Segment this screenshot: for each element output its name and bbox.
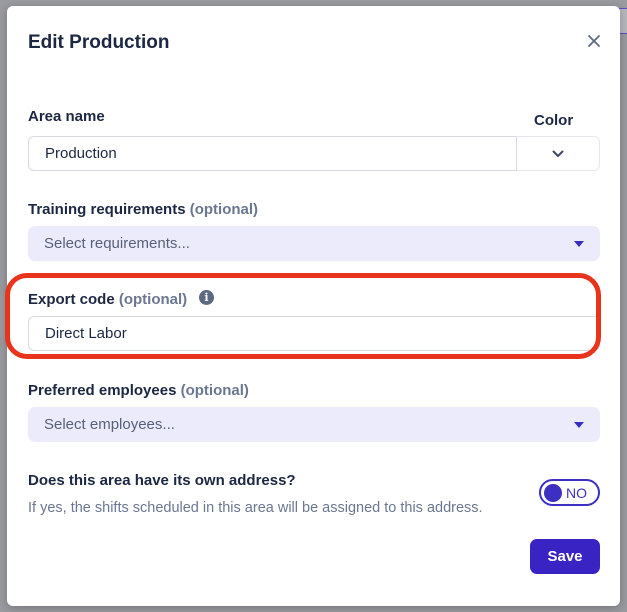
toggle-label: NO <box>566 485 587 501</box>
close-button[interactable] <box>584 31 604 51</box>
chevron-down-icon <box>552 150 564 157</box>
area-name-input[interactable] <box>28 136 517 171</box>
preferred-employees-select[interactable]: Select employees... <box>28 407 600 442</box>
save-button[interactable]: Save <box>530 539 600 574</box>
training-placeholder: Select requirements... <box>44 235 190 252</box>
toggle-knob <box>544 484 562 502</box>
training-label-text: Training requirements <box>28 201 186 218</box>
close-icon <box>588 35 600 47</box>
edit-area-dialog: Edit Production Area name Color Training… <box>7 6 620 606</box>
area-name-label: Area name <box>28 108 105 125</box>
training-optional-text: (optional) <box>189 201 259 218</box>
info-icon[interactable]: i <box>199 290 214 305</box>
address-question: Does this area have its own address? <box>28 472 296 489</box>
training-label: Training requirements (optional) <box>28 201 258 218</box>
color-select[interactable] <box>516 136 600 171</box>
preferred-placeholder: Select employees... <box>44 416 175 433</box>
export-code-optional-text: (optional) <box>118 291 188 308</box>
export-code-input[interactable] <box>28 316 600 351</box>
export-code-label-text: Export code <box>28 291 115 308</box>
dialog-title: Edit Production <box>28 32 170 53</box>
training-select[interactable]: Select requirements... <box>28 226 600 261</box>
own-address-toggle[interactable]: NO <box>539 479 600 506</box>
preferred-optional-text: (optional) <box>180 382 249 399</box>
caret-down-icon <box>574 241 584 247</box>
preferred-employees-label: Preferred employees (optional) <box>28 382 249 399</box>
preferred-label-text: Preferred employees <box>28 382 177 399</box>
address-description: If yes, the shifts scheduled in this are… <box>28 500 483 516</box>
caret-down-icon <box>574 422 584 428</box>
export-code-label: Export code (optional) <box>28 291 187 308</box>
color-label: Color <box>534 112 574 129</box>
